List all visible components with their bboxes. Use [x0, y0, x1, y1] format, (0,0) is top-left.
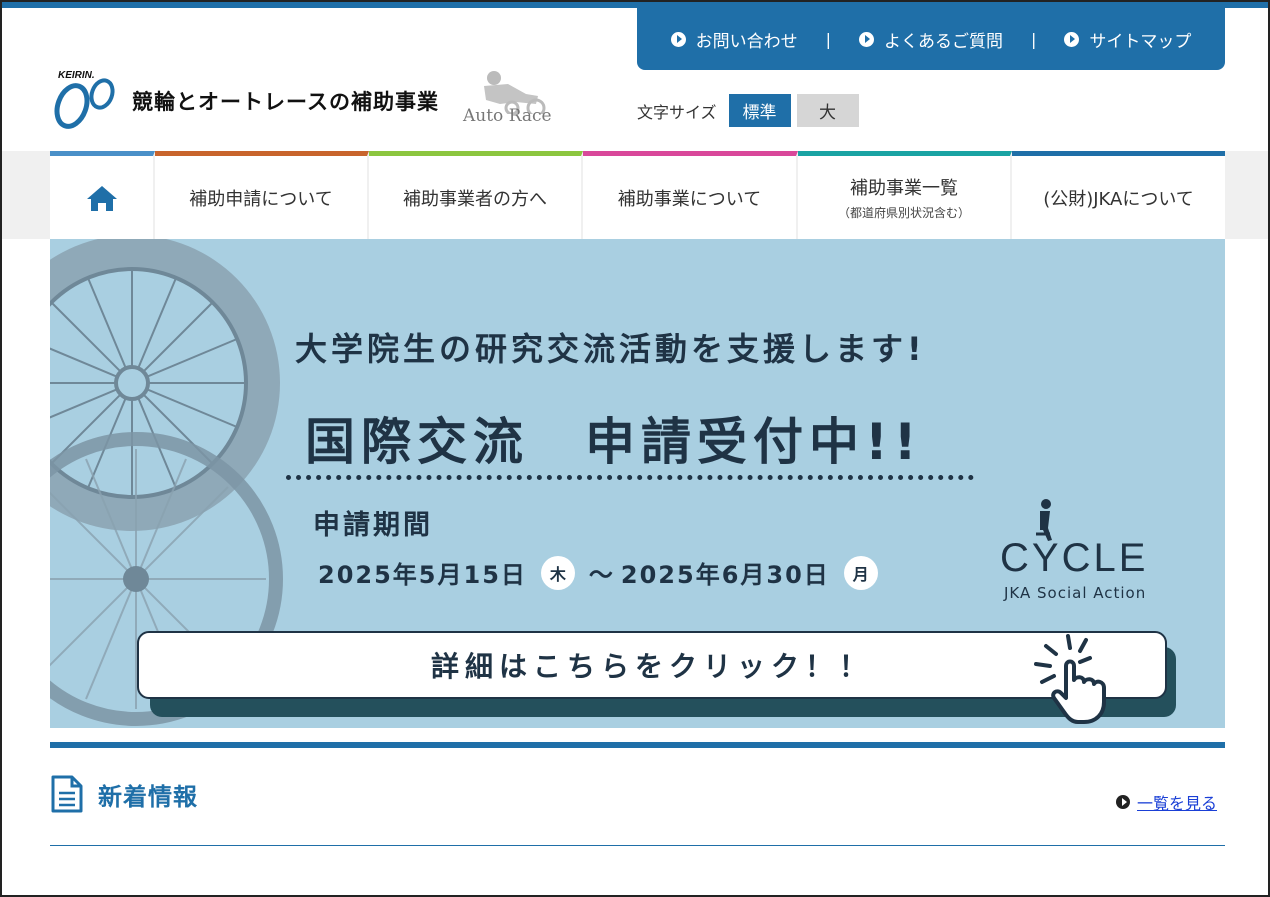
- hero-banner[interactable]: 大学院生の研究交流活動を支援します! 国際交流 申請受付中!! 申請期間 202…: [50, 239, 1225, 728]
- view-all-news-link[interactable]: 一覧を見る: [1116, 790, 1217, 814]
- separator: |: [825, 29, 831, 49]
- site-name: 競輪とオートレースの補助事業: [132, 90, 439, 114]
- end-day-badge: 月: [843, 555, 878, 590]
- nav-sublabel: （都道府県別状況含む）: [837, 206, 970, 220]
- cycle-logo-word: CYCLE: [1000, 536, 1149, 580]
- nav-label: 補助事業者の方へ: [403, 188, 547, 210]
- font-size-label: 文字サイズ: [637, 102, 717, 122]
- application-period-label: 申請期間: [313, 510, 433, 541]
- separator: |: [1031, 29, 1037, 49]
- font-size-switcher: 文字サイズ 標準 大: [637, 94, 859, 127]
- nav-about-jka[interactable]: (公財)JKAについて: [1012, 151, 1225, 239]
- cta-label: 詳細はこちらをクリック！！: [430, 650, 873, 683]
- utility-nav: お問い合わせ | よくあるご質問 | サイトマップ: [637, 8, 1225, 70]
- section-divider: [50, 742, 1225, 748]
- document-icon: [51, 775, 83, 813]
- news-divider: [50, 845, 1225, 846]
- nav-project-list[interactable]: 補助事業一覧 （都道府県別状況含む）: [798, 151, 1012, 239]
- view-all-label: 一覧を見る: [1137, 794, 1218, 813]
- keirin-logo-icon: KEIRIN.: [54, 70, 115, 129]
- details-cta-button[interactable]: 詳細はこちらをクリック！！: [137, 631, 1167, 699]
- date-separator: ～: [588, 561, 615, 589]
- nav-label: 補助事業について: [617, 188, 762, 210]
- font-size-standard-button[interactable]: 標準: [728, 94, 791, 127]
- banner-lead-text: 大学院生の研究交流活動を支援します!: [295, 330, 926, 368]
- nav-for-grantees[interactable]: 補助事業者の方へ: [369, 151, 583, 239]
- autorace-text: Auto Race: [463, 106, 552, 126]
- nav-subsidy-application[interactable]: 補助申請について: [155, 151, 369, 239]
- home-icon: [86, 185, 117, 211]
- svg-text:KEIRIN.: KEIRIN.: [58, 70, 95, 81]
- nav-label: 補助申請について: [189, 188, 333, 210]
- sitemap-link[interactable]: サイトマップ: [1060, 27, 1195, 52]
- arrow-circle-icon: [1064, 31, 1080, 47]
- start-date: 2025年5月15日: [318, 561, 527, 589]
- sitemap-label: サイトマップ: [1089, 31, 1192, 52]
- news-heading: 新着情報: [50, 774, 198, 814]
- nav-label: (公財)JKAについて: [1043, 188, 1194, 210]
- click-hand-icon: [1034, 634, 1106, 724]
- faq-link[interactable]: よくあるご質問: [855, 27, 1007, 52]
- cycle-logo-subtitle: JKA Social Action: [1004, 584, 1147, 602]
- nav-label: 補助事業一覧: [850, 178, 958, 199]
- contact-link[interactable]: お問い合わせ: [667, 27, 802, 52]
- global-nav: 補助申請について 補助事業者の方へ 補助事業について 補助事業一覧 （都道府県別…: [50, 151, 1225, 239]
- news-title: 新着情報: [98, 782, 198, 811]
- banner-headline: 国際交流 申請受付中!!: [305, 413, 923, 471]
- nav-about-projects[interactable]: 補助事業について: [583, 151, 798, 239]
- faq-label: よくあるご質問: [884, 31, 1003, 52]
- arrow-circle-icon: [1116, 795, 1130, 809]
- contact-label: お問い合わせ: [695, 31, 798, 52]
- dotted-underline: [286, 475, 974, 480]
- site-logo[interactable]: KEIRIN. 競輪とオートレースの補助事業 Auto Race: [50, 68, 560, 130]
- arrow-circle-icon: [859, 31, 874, 47]
- start-day-badge: 木: [540, 555, 575, 590]
- application-dates: 2025年5月15日 木 ～ 2025年6月30日 月: [318, 555, 886, 590]
- end-date: 2025年6月30日: [620, 561, 830, 589]
- font-size-large-button[interactable]: 大: [796, 94, 859, 127]
- nav-home[interactable]: [50, 151, 155, 239]
- arrow-circle-icon: [670, 31, 686, 47]
